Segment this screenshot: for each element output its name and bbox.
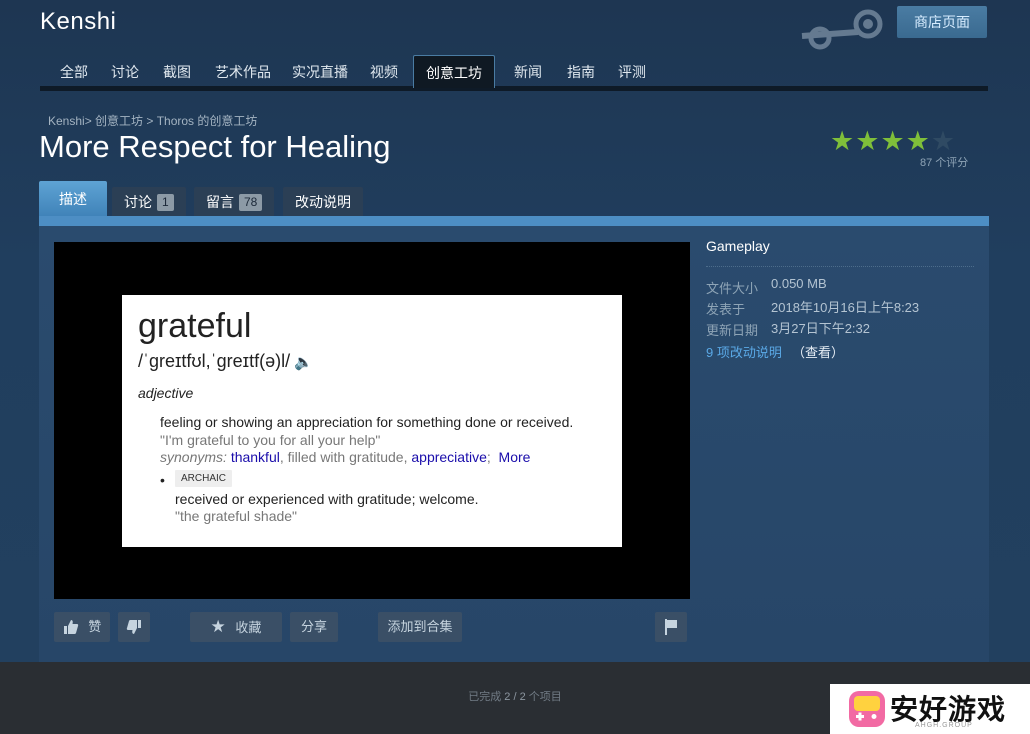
thumbs-up-icon (63, 619, 78, 634)
synonym-link: thankful (230, 449, 280, 465)
star-icon: ★ (905, 126, 931, 156)
tab-comments[interactable]: 留言 78 (194, 187, 275, 217)
watermark-subtext: AHGH.GROUP (915, 722, 973, 729)
nav-artwork[interactable]: 艺术作品 (215, 55, 271, 87)
dict-word: grateful (138, 307, 252, 345)
star-empty-icon: ★ (930, 126, 957, 156)
nav-guides[interactable]: 指南 (567, 55, 595, 87)
tab-comments-label: 留言 (206, 194, 234, 210)
page-title: More Respect for Healing (39, 129, 391, 164)
star-icon: ★ (210, 617, 226, 636)
add-to-collection-button[interactable]: 添加到合集 (378, 612, 462, 642)
rate-down-button[interactable] (118, 612, 150, 642)
dict-example-2: "the grateful shade" (175, 508, 298, 524)
store-page-button[interactable]: 商店页面 (897, 6, 987, 38)
file-size-label: 文件大小 (706, 281, 759, 296)
watermark-logo-icon (849, 691, 885, 727)
file-size-value: 0.050 MB (771, 276, 827, 291)
dict-bullet: • (160, 472, 165, 488)
rating-stars: ★★★★★ (830, 126, 956, 157)
nav-videos[interactable]: 视频 (370, 55, 398, 87)
nav-screenshots[interactable]: 截图 (163, 55, 191, 87)
synonym-plain: , filled with gratitude, (279, 449, 412, 465)
star-icon: ★ (830, 126, 856, 156)
dict-synonyms: synonyms: thankful, filled with gratitud… (160, 449, 530, 465)
posted-value: 2018年10月16日上午8:23 (771, 300, 920, 315)
tab-discussions-label: 讨论 (124, 194, 152, 210)
updated-value: 3月27日下午2:32 (771, 321, 870, 336)
dict-pronunciation: /ˈɡreɪtfʊl,ˈɡreɪtf(ə)l/🔈 (138, 351, 313, 372)
dict-definition: feeling or showing an appreciation for s… (160, 414, 574, 430)
dictionary-card: grateful /ˈɡreɪtfʊl,ˈɡreɪtf(ə)l/🔈 adject… (122, 295, 622, 547)
synonyms-label: synonyms: (160, 449, 227, 465)
star-icon: ★ (880, 126, 906, 156)
like-label: 赞 (88, 619, 102, 634)
thumbs-down-icon (126, 619, 141, 634)
posted-label: 发表于 (706, 302, 746, 317)
footer-status-suffix: 个项目 (528, 691, 562, 703)
breadcrumb[interactable]: Kenshi> 创意工坊 > Thoros 的创意工坊 (48, 112, 257, 129)
star-icon: ★ (855, 126, 881, 156)
nav-broadcasts[interactable]: 实况直播 (292, 55, 348, 87)
change-notes-view-link[interactable]: （查看） (792, 342, 844, 361)
app-title: Kenshi (40, 8, 117, 35)
nav-news[interactable]: 新闻 (514, 55, 542, 87)
rating-count: 87 个评分 (920, 157, 969, 169)
dict-archaic-tag: ARCHAIC (175, 470, 233, 487)
speaker-icon: 🔈 (294, 354, 313, 371)
synonym-more-link: More (498, 449, 531, 465)
synonym-separator: ; (486, 449, 491, 465)
flag-icon (665, 618, 677, 635)
tab-description[interactable]: 描述 (39, 181, 107, 217)
dict-definition-2: received or experienced with gratitude; … (175, 491, 479, 507)
sidebar-divider (706, 266, 974, 267)
nav-all[interactable]: 全部 (60, 55, 88, 87)
footer-status-prefix: 已完成 (468, 691, 502, 703)
footer-status-count: 2 / 2 (504, 691, 526, 703)
steam-logo-icon (801, 9, 883, 50)
dict-example: "I'm grateful to you for all your help" (160, 432, 381, 448)
tab-discussions[interactable]: 讨论 1 (112, 187, 186, 217)
dict-pronunciation-text: /ˈɡreɪtfʊl,ˈɡreɪtf(ə)l/ (138, 351, 291, 371)
nav-reviews[interactable]: 评测 (618, 55, 646, 87)
rate-up-button[interactable]: 赞 (54, 612, 110, 642)
discussions-count-badge: 1 (157, 193, 174, 211)
favorite-label: 收藏 (235, 620, 262, 635)
updated-label: 更新日期 (706, 323, 759, 338)
change-notes-link[interactable]: 9 项改动说明 (706, 342, 782, 361)
comments-count-badge: 78 (239, 193, 263, 211)
share-button[interactable]: 分享 (290, 612, 338, 642)
tab-band (39, 216, 989, 226)
nav-workshop[interactable]: 创意工坊 (413, 55, 495, 88)
favorite-button[interactable]: ★ 收藏 (190, 612, 282, 642)
app-hub-nav: 全部 讨论 截图 艺术作品 实况直播 视频 创意工坊 新闻 指南 评测 (40, 55, 988, 91)
nav-discussions[interactable]: 讨论 (111, 55, 139, 87)
dict-part-of-speech: adjective (138, 385, 194, 401)
category-tag[interactable]: Gameplay (706, 238, 770, 254)
report-button[interactable] (655, 612, 687, 642)
tab-change-notes[interactable]: 改动说明 (283, 187, 363, 217)
synonym-link: appreciative (411, 449, 487, 465)
